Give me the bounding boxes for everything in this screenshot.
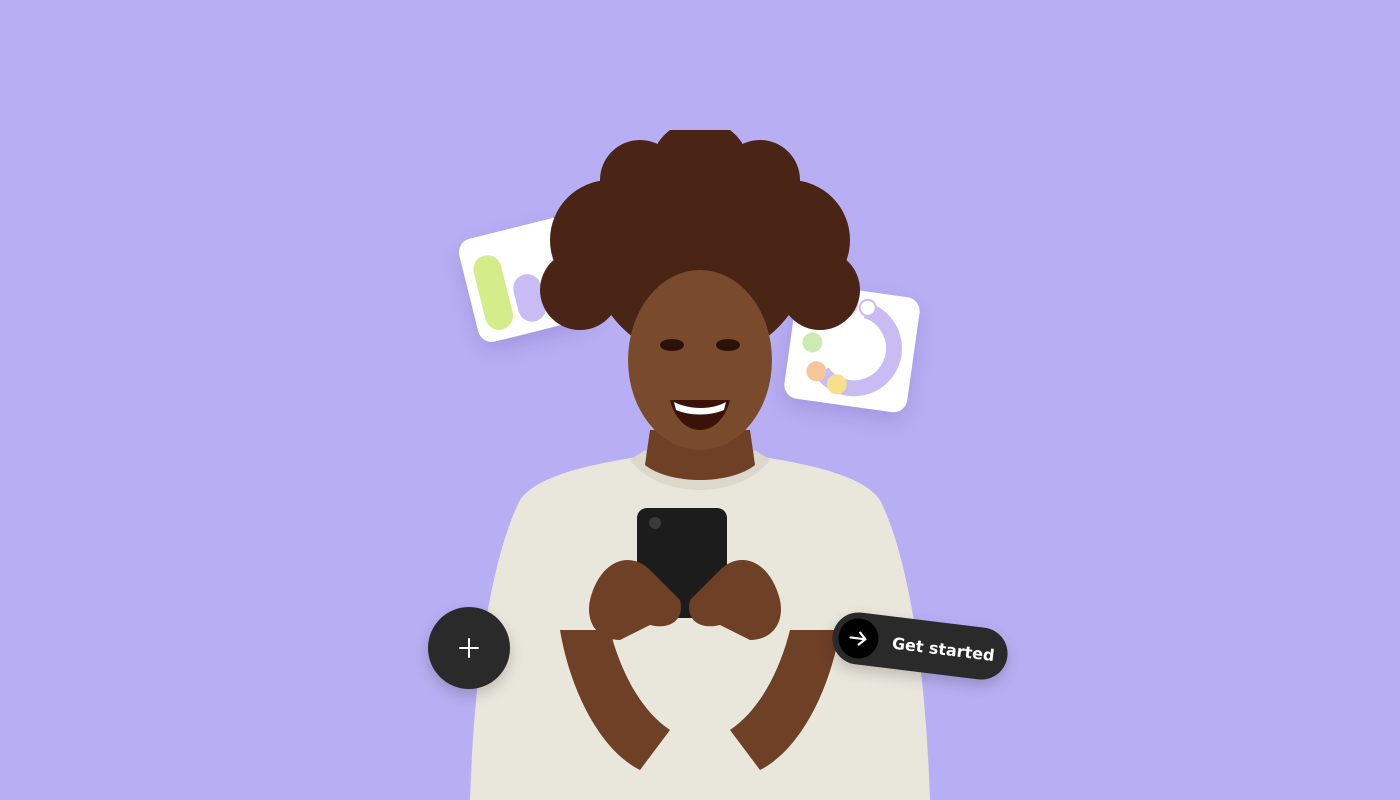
right-eye	[716, 339, 740, 351]
phone-camera	[649, 517, 661, 529]
get-started-label: Get started	[891, 633, 996, 665]
plus-icon	[457, 636, 481, 660]
arrow-right-icon	[836, 616, 881, 661]
hero-scene: Get started	[0, 0, 1400, 800]
left-eye	[660, 339, 684, 351]
person-illustration	[470, 130, 930, 800]
add-button[interactable]	[428, 607, 510, 689]
